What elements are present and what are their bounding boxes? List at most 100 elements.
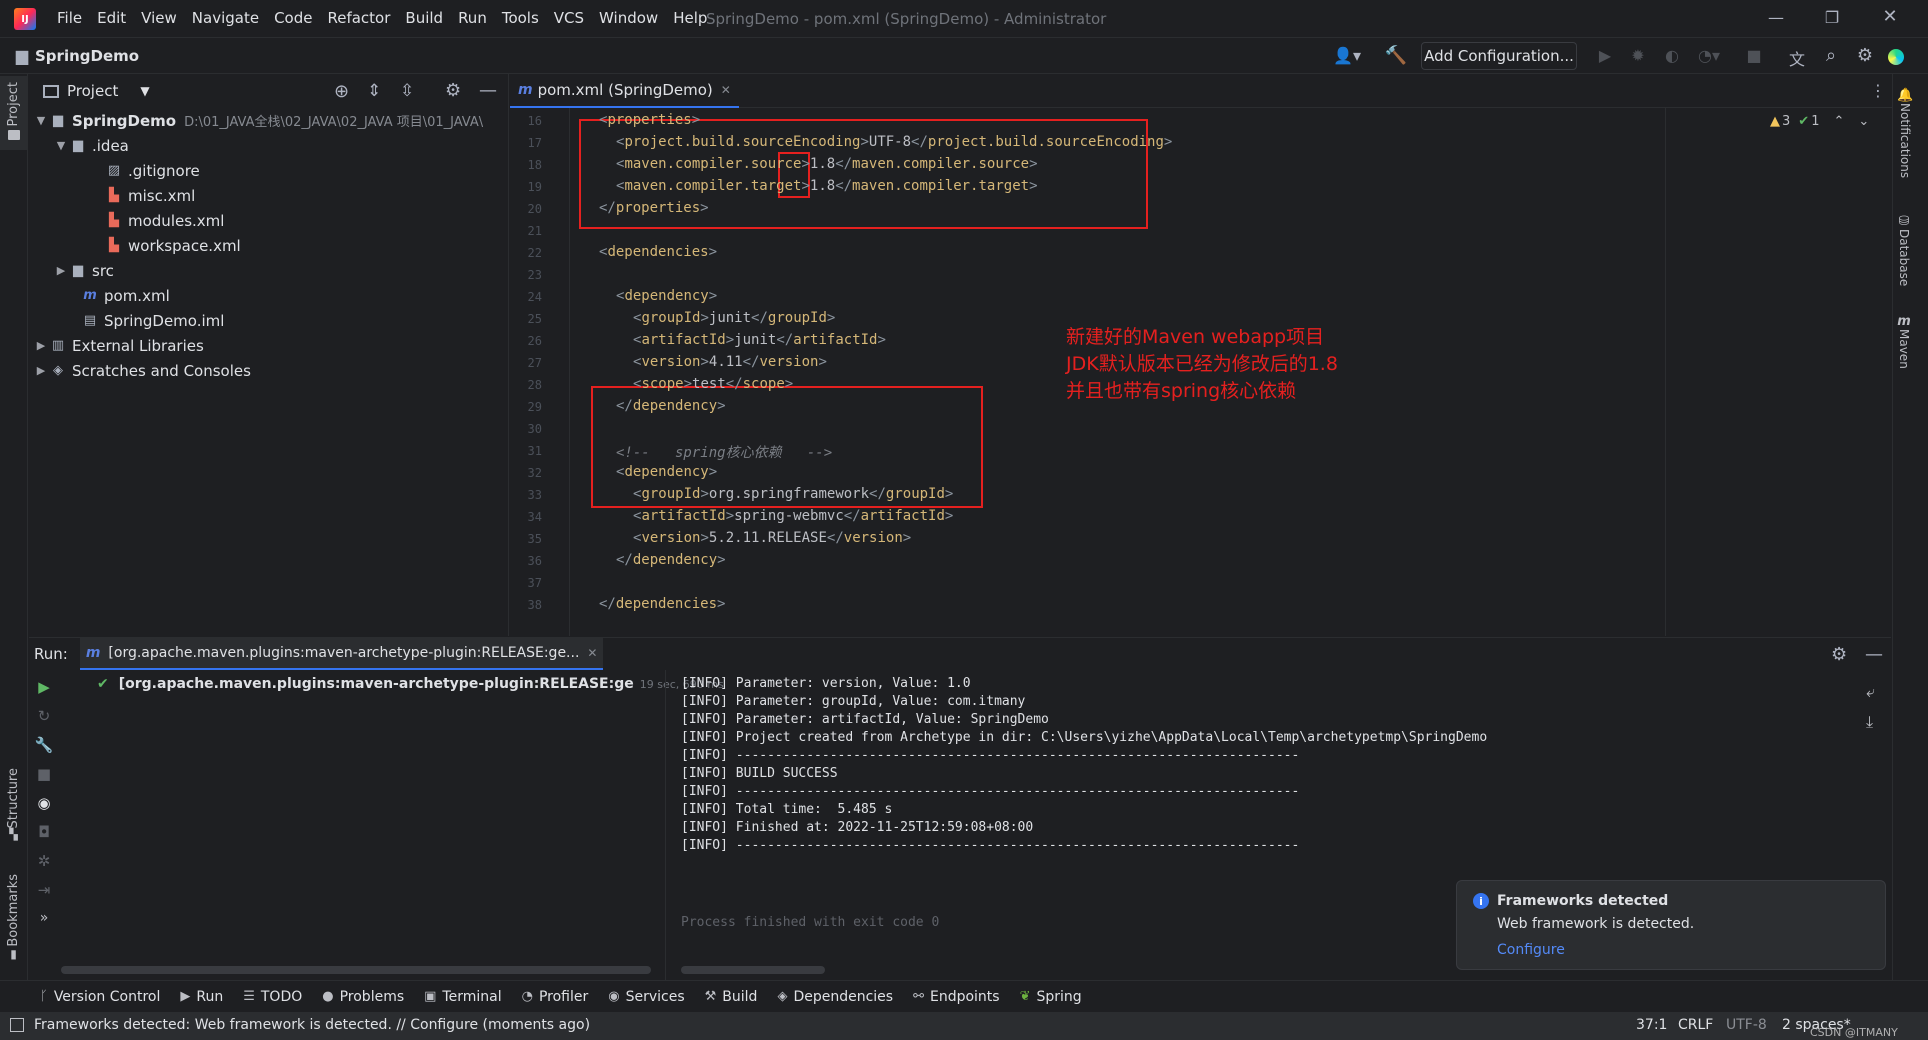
tab-label: Run <box>196 988 224 1005</box>
tab-problems[interactable]: ● Problems <box>322 989 404 1005</box>
xml-bracket: > <box>700 486 709 502</box>
tree-item-modules[interactable]: ▙ modules.xml <box>29 208 509 233</box>
chevron-right-icon[interactable]: ▶ <box>33 364 49 377</box>
menu-run[interactable]: Run <box>458 9 487 27</box>
chevron-right-icon[interactable]: ▶ <box>53 264 69 277</box>
annotation-line: 新建好的Maven webapp项目 <box>1066 326 1325 348</box>
tree-item-idea[interactable]: ▼ ▆ .idea <box>29 133 509 158</box>
tab-dependencies[interactable]: ◈ Dependencies <box>777 989 893 1005</box>
collapse-all-icon[interactable]: ⇳ <box>400 81 414 101</box>
project-stripe-label: Project <box>6 82 21 127</box>
plugin-logo-icon[interactable] <box>1888 49 1904 65</box>
chevron-down-icon[interactable]: ▼ <box>53 139 69 152</box>
folder-icon: ▆ <box>73 138 83 153</box>
database-stripe-button[interactable]: ⛁ Database <box>1897 214 1911 286</box>
debug-icon[interactable]: ✹ <box>1628 46 1648 65</box>
tab-spring[interactable]: ❦ Spring <box>1020 989 1082 1005</box>
tree-root[interactable]: ▼ ▆ SpringDemo D:\01_JAVA全栈\02_JAVA\02_J… <box>29 108 509 133</box>
stop-icon[interactable]: ■ <box>1744 46 1764 65</box>
status-panel-icon[interactable] <box>10 1018 24 1032</box>
file-encoding[interactable]: UTF-8 <box>1726 1017 1767 1033</box>
chevron-down-icon[interactable]: ▼ <box>33 114 49 127</box>
profile-icon[interactable]: ◔▾ <box>1694 46 1724 65</box>
caret-position[interactable]: 37:1 <box>1636 1017 1667 1033</box>
tab-label: Profiler <box>538 988 589 1005</box>
notifications-stripe-button[interactable]: 🔔 Notifications <box>1897 88 1913 178</box>
maven-stripe-button[interactable]: m Maven <box>1897 314 1911 369</box>
user-icon[interactable]: 👤▾ <box>1330 46 1364 65</box>
build-hammer-icon[interactable]: 🔨 <box>1385 45 1407 66</box>
terminal-icon: ▣ <box>424 989 437 1004</box>
bookmarks-stripe-button[interactable]: Bookmarks ▮ <box>0 874 27 961</box>
annotation-line: JDK默认版本已经为修改后的1.8 <box>1066 353 1338 375</box>
tree-item-pom[interactable]: m pom.xml <box>29 283 509 308</box>
scroll-to-end-icon[interactable]: ⤓ <box>1866 712 1873 732</box>
translate-icon[interactable]: 文 <box>1786 46 1808 70</box>
soft-wrap-icon[interactable]: ⤶ <box>1866 682 1875 702</box>
menu-tools[interactable]: Tools <box>502 9 539 27</box>
tab-endpoints[interactable]: ⚯ Endpoints <box>913 989 1000 1005</box>
restore-icon[interactable]: ❐ <box>1822 8 1842 27</box>
chevron-right-icon[interactable]: ▶ <box>33 339 49 352</box>
tab-version-control[interactable]: ᚴ Version Control <box>40 989 160 1005</box>
expand-all-icon[interactable]: ⇕ <box>367 81 381 101</box>
tree-item-scratches[interactable]: ▶ ◈ Scratches and Consoles <box>29 358 509 383</box>
line-separator[interactable]: CRLF <box>1678 1017 1713 1033</box>
xml-text: UTF-8 <box>868 134 912 150</box>
status-message[interactable]: Frameworks detected: Web framework is de… <box>34 1017 590 1033</box>
menu-vcs[interactable]: VCS <box>554 9 584 27</box>
project-selector[interactable]: ▆ SpringDemo <box>13 46 139 65</box>
tab-profiler[interactable]: ◔ Profiler <box>522 989 589 1005</box>
tree-item-misc[interactable]: ▙ misc.xml <box>29 183 509 208</box>
tab-services[interactable]: ◉ Services <box>608 989 684 1005</box>
menu-code[interactable]: Code <box>274 9 312 27</box>
tree-item-external-libraries[interactable]: ▶ ▥ External Libraries <box>29 333 509 358</box>
tree-item-iml[interactable]: ▤ SpringDemo.iml <box>29 308 509 333</box>
menu-view[interactable]: View <box>141 9 177 27</box>
structure-stripe-button[interactable]: Structure ▚ <box>0 768 27 841</box>
project-view-selector[interactable]: Project <box>67 82 118 100</box>
menu-build[interactable]: Build <box>405 9 443 27</box>
menu-refactor[interactable]: Refactor <box>327 9 390 27</box>
inspections-widget[interactable]: ▲ 3 ✔ 1 ⌃ ⌄ <box>1770 114 1869 129</box>
tab-todo[interactable]: ☰ TODO <box>243 989 302 1005</box>
tree-item-gitignore[interactable]: ▨ .gitignore <box>29 158 509 183</box>
search-icon[interactable]: ⌕ <box>1820 45 1842 66</box>
menu-window[interactable]: Window <box>599 9 658 27</box>
tree-item-src[interactable]: ▶ ▆ src <box>29 258 509 283</box>
code-area[interactable]: ▲ 3 ✔ 1 ⌃ ⌄ 新建好的Maven webapp项目 JDK默认版本已经… <box>510 108 1892 636</box>
settings-gear-icon[interactable]: ⚙ <box>1854 45 1876 66</box>
close-window-icon[interactable]: ✕ <box>1880 6 1900 27</box>
maven-file-icon: m <box>83 288 97 303</box>
coverage-icon[interactable]: ◐ <box>1662 46 1682 65</box>
tab-label: Build <box>722 988 758 1005</box>
tab-terminal[interactable]: ▣ Terminal <box>424 989 501 1005</box>
tree-item-workspace[interactable]: ▙ workspace.xml <box>29 233 509 258</box>
tab-build[interactable]: ⚒ Build <box>705 989 758 1005</box>
menu-file[interactable]: File <box>57 9 82 27</box>
xml-bracket: > <box>691 112 701 128</box>
run-icon[interactable]: ▶ <box>1595 46 1615 65</box>
xml-bracket: > <box>708 288 718 304</box>
editor-tab-pom[interactable]: m pom.xml (SpringDemo) ✕ <box>510 74 739 108</box>
menu-help[interactable]: Help <box>673 9 707 27</box>
locate-file-icon[interactable]: ⊕ <box>334 81 349 102</box>
menu-navigate[interactable]: Navigate <box>192 9 259 27</box>
configure-link[interactable]: Configure <box>1497 942 1565 958</box>
intellij-logo-icon[interactable]: IJ <box>14 8 36 30</box>
hide-panel-icon[interactable]: — <box>479 80 497 101</box>
project-stripe-icon <box>7 130 20 141</box>
add-configuration-button[interactable]: Add Configuration... <box>1421 42 1577 70</box>
panel-gear-icon[interactable]: ⚙ <box>445 80 461 101</box>
tab-run[interactable]: ▶ Run <box>180 989 223 1005</box>
more-tabs-icon[interactable]: ⋮ <box>1870 81 1886 100</box>
minimize-icon[interactable]: — <box>1766 8 1786 27</box>
close-tab-icon[interactable]: ✕ <box>721 83 731 97</box>
chevron-down-icon[interactable]: ▼ <box>140 84 149 98</box>
console-scrollbar[interactable] <box>681 966 825 974</box>
line-number: 27 <box>527 356 542 370</box>
menu-edit[interactable]: Edit <box>97 9 126 27</box>
project-stripe-button[interactable]: Project <box>0 76 27 150</box>
chevron-up-icon[interactable]: ⌃ <box>1833 114 1844 129</box>
chevron-down-icon[interactable]: ⌄ <box>1858 114 1869 129</box>
